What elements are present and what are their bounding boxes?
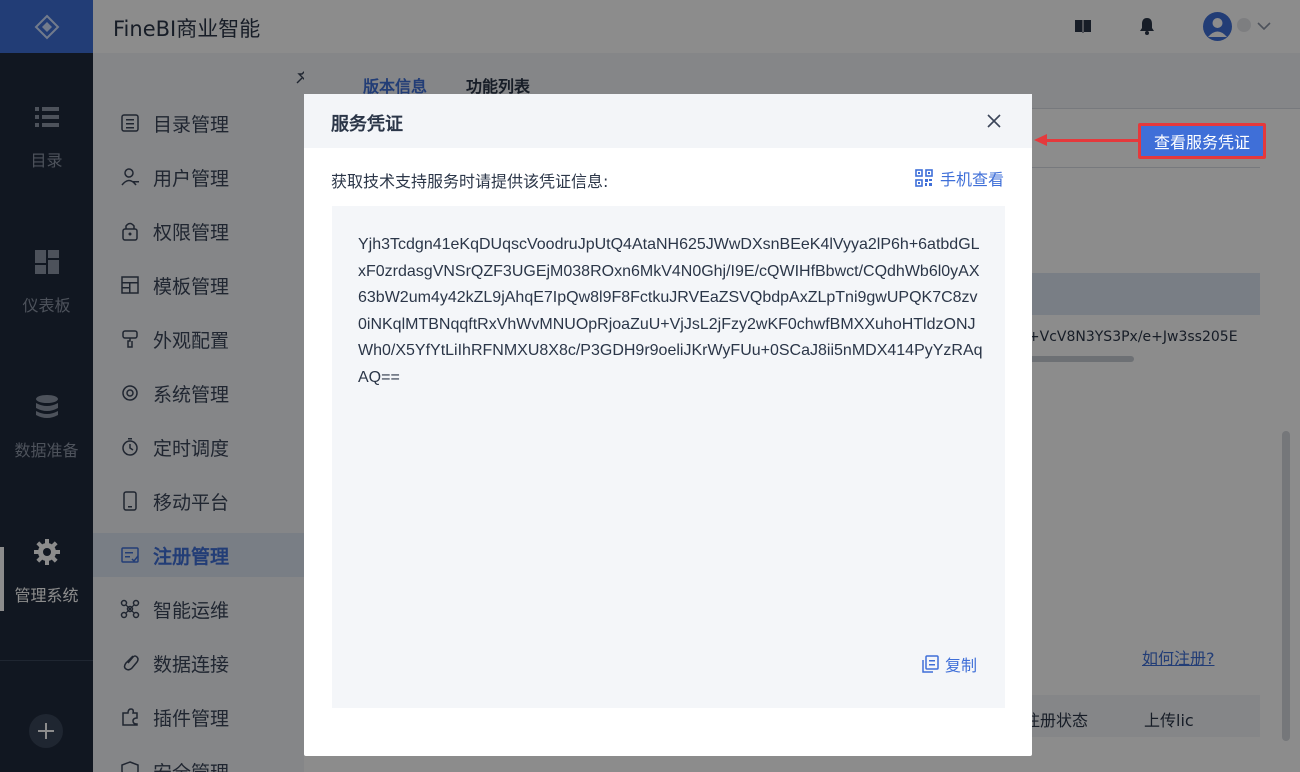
annotation-arrow-head — [1034, 134, 1047, 146]
dialog-description: 获取技术支持服务时请提供该凭证信息: — [331, 172, 609, 191]
annotation-arrow — [1046, 139, 1138, 142]
credential-box: Yjh3Tcdgn41eKqDUqscVoodruJpUtQ4AtaNH625J… — [332, 206, 1005, 708]
dialog-title: 服务凭证 — [331, 114, 403, 135]
copy-label: 复制 — [945, 656, 978, 675]
copy-icon — [922, 655, 939, 673]
qr-code-icon — [915, 169, 933, 187]
close-icon[interactable] — [984, 111, 1004, 131]
phone-view-label: 手机查看 — [940, 170, 1005, 189]
view-credential-button[interactable]: 查看服务凭证 — [1138, 123, 1266, 159]
service-credential-dialog: 服务凭证 获取技术支持服务时请提供该凭证信息: 手机查看 Yjh3Tcdgn41… — [304, 94, 1032, 756]
phone-view-button[interactable]: 手机查看 — [915, 166, 1004, 190]
credential-text[interactable]: Yjh3Tcdgn41eKqDUqscVoodruJpUtQ4AtaNH625J… — [358, 232, 983, 391]
copy-button[interactable]: 复制 — [921, 652, 977, 676]
dialog-header: 服务凭证 — [304, 94, 1032, 148]
